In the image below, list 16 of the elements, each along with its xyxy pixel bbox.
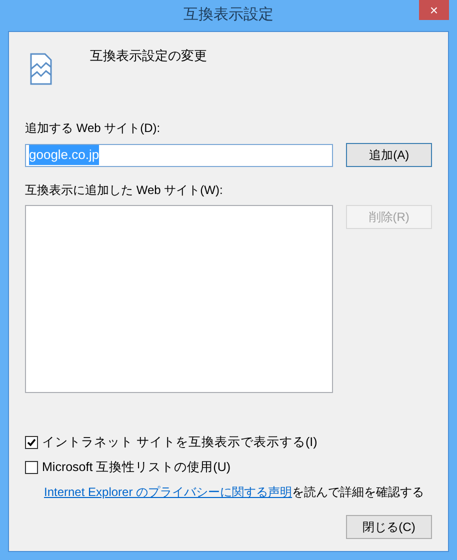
checkbox[interactable] — [25, 460, 38, 474]
add-site-label: 追加する Web サイト(D): — [25, 120, 162, 137]
privacy-link[interactable]: Internet Explorer のプライバシーに関する声明 — [44, 484, 292, 498]
option-label: イントラネット サイトを互換表示で表示する(I) — [42, 434, 318, 451]
add-button[interactable]: 追加(A) — [346, 143, 432, 167]
document-icon — [30, 53, 52, 86]
window-title: 互換表示設定 — [184, 5, 274, 26]
option-label: Microsoft 互換性リストの使用(U) — [42, 458, 231, 476]
checkbox[interactable] — [25, 436, 38, 449]
site-input-field[interactable]: google.co.jp — [25, 144, 334, 166]
close-dialog-button[interactable]: 閉じる(C) — [346, 515, 432, 539]
added-sites-label: 互換表示に追加した Web サイト(W): — [25, 182, 224, 199]
check-icon — [27, 438, 36, 447]
close-button[interactable]: × — [419, 0, 449, 20]
header-text: 互換表示設定の変更 — [90, 47, 207, 65]
privacy-text: Internet Explorer のプライバシーに関する声明 を読んで詳細を確認する — [44, 484, 426, 500]
